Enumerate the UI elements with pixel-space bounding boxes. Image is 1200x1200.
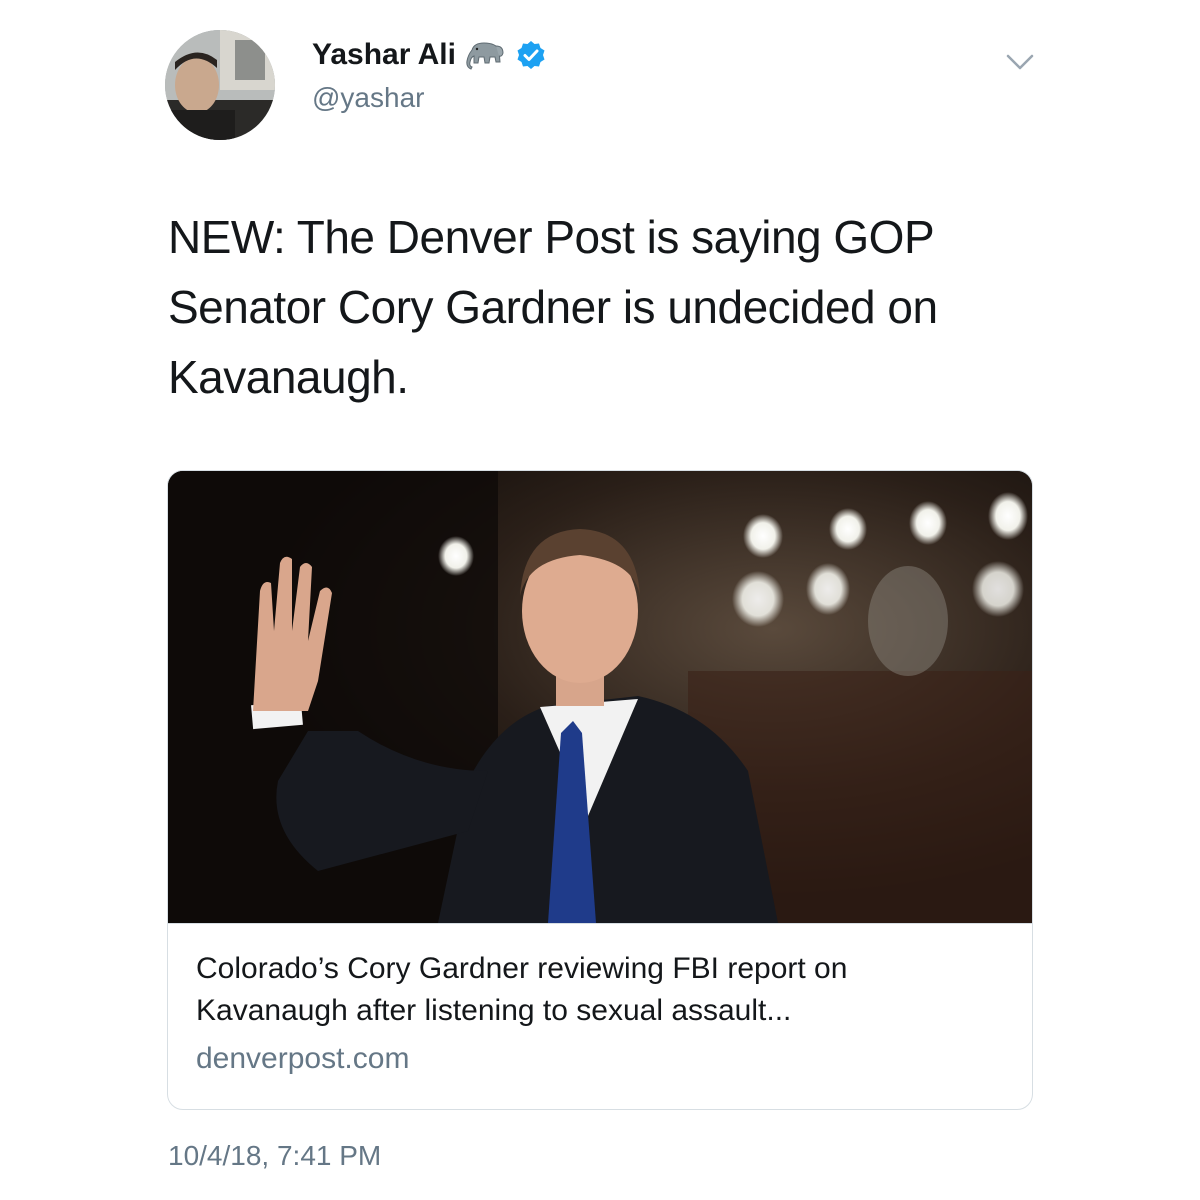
tweet-text-line: NEW: The Denver Post is saying GOP bbox=[168, 211, 935, 263]
author-name-row: Yashar Ali bbox=[312, 33, 546, 77]
elephant-emoji-icon bbox=[466, 40, 506, 70]
tweet-text-line: Senator Cory Gardner is undecided on bbox=[168, 281, 938, 333]
tweet-text: NEW: The Denver Post is saying GOP Senat… bbox=[168, 202, 1048, 412]
avatar[interactable] bbox=[165, 30, 275, 140]
card-title-line: Colorado’s Cory Gardner reviewing FBI re… bbox=[196, 952, 848, 985]
card-title: Colorado’s Cory Gardner reviewing FBI re… bbox=[196, 948, 1016, 1032]
card-body: Colorado’s Cory Gardner reviewing FBI re… bbox=[168, 923, 1032, 1109]
avatar-photo bbox=[165, 30, 275, 140]
tweet-timestamp[interactable]: 10/4/18, 7:41 PM bbox=[168, 1140, 381, 1172]
display-name[interactable]: Yashar Ali bbox=[312, 38, 456, 72]
chevron-down-icon[interactable] bbox=[1000, 42, 1040, 82]
card-image bbox=[168, 471, 1032, 923]
link-preview-card[interactable]: Colorado’s Cory Gardner reviewing FBI re… bbox=[167, 470, 1033, 1110]
card-title-line: Kavanaugh after listening to sexual assa… bbox=[196, 994, 792, 1027]
author-handle[interactable]: @yashar bbox=[312, 82, 424, 114]
verified-badge-icon bbox=[516, 40, 546, 70]
card-domain: denverpost.com bbox=[196, 1042, 410, 1075]
tweet-text-line: Kavanaugh. bbox=[168, 351, 409, 403]
